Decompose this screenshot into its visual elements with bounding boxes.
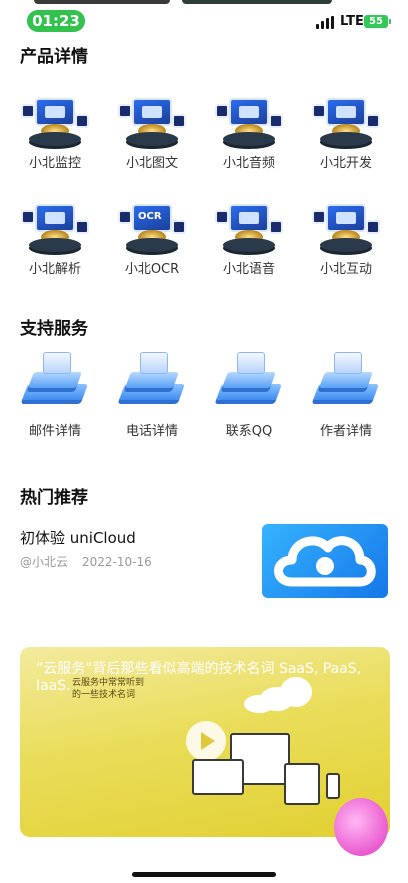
- author-icon: [310, 348, 382, 404]
- service-label: 作者详情: [319, 424, 372, 439]
- signal-icon: [316, 16, 336, 29]
- product-label: 小北语音: [222, 262, 275, 277]
- microphone-icon: [215, 204, 283, 262]
- mail-icon: [19, 348, 91, 404]
- product-label: 小北监控: [28, 156, 81, 171]
- product-label: 小北解析: [28, 262, 81, 277]
- network-label: LTE: [340, 14, 364, 29]
- phone-illustration: [326, 773, 340, 799]
- products-section-title: 产品详情: [20, 47, 88, 67]
- product-label: 小北音频: [222, 156, 275, 171]
- ocr-mark: OCR: [138, 211, 162, 222]
- product-label: 小北图文: [125, 156, 178, 171]
- service-label: 电话详情: [125, 424, 178, 439]
- status-time: 01:23: [27, 10, 85, 32]
- home-indicator[interactable]: [132, 872, 276, 877]
- battery-icon: 55: [364, 15, 391, 28]
- audio-icon: [215, 98, 283, 156]
- banner-subtitle-line: 的一些技术名词: [72, 690, 136, 700]
- services-section-title: 支持服务: [20, 319, 88, 339]
- image-text-icon: [118, 98, 186, 156]
- mascot-icon[interactable]: [334, 798, 388, 856]
- code-icon: [312, 98, 380, 156]
- cloud-logo-icon: [274, 536, 376, 587]
- article-author: @小北云: [20, 555, 69, 569]
- play-icon[interactable]: [186, 721, 226, 761]
- product-label: 小北OCR: [124, 262, 180, 277]
- laptop-illustration: [192, 759, 244, 795]
- product-label: 小北开发: [319, 156, 372, 171]
- tablet-illustration: [284, 763, 320, 805]
- article-title[interactable]: 初体验 uniCloud: [20, 527, 136, 548]
- banner-subtitle-line: 云服务中常常听到: [72, 678, 145, 688]
- service-label: 邮件详情: [28, 424, 81, 439]
- promo-banner[interactable]: “云服务”背后那些看似高端的技术名词 SaaS, PaaS, IaaS. 云服务…: [20, 647, 390, 837]
- cloud-shape: [244, 695, 274, 713]
- status-bar: 01:23 LTE 55: [0, 8, 408, 34]
- hot-section-title: 热门推荐: [20, 488, 88, 508]
- interactive-icon: [312, 204, 380, 262]
- monitor-icon: [21, 98, 89, 156]
- article-thumbnail[interactable]: [262, 524, 388, 598]
- article-meta: @小北云 2022-10-16: [20, 553, 166, 570]
- article-date: 2022-10-16: [82, 555, 152, 569]
- ocr-icon: OCR: [118, 204, 186, 262]
- phone-icon: [116, 348, 188, 404]
- qq-icon: [213, 348, 285, 404]
- banner-subtitle: 云服务中常常听到 的一些技术名词: [72, 677, 144, 701]
- top-banner-fragment: [182, 0, 332, 4]
- service-label: 联系QQ: [225, 424, 273, 439]
- top-banner-fragment: [34, 0, 170, 4]
- product-label: 小北互动: [319, 262, 372, 277]
- video-parse-icon: [21, 204, 89, 262]
